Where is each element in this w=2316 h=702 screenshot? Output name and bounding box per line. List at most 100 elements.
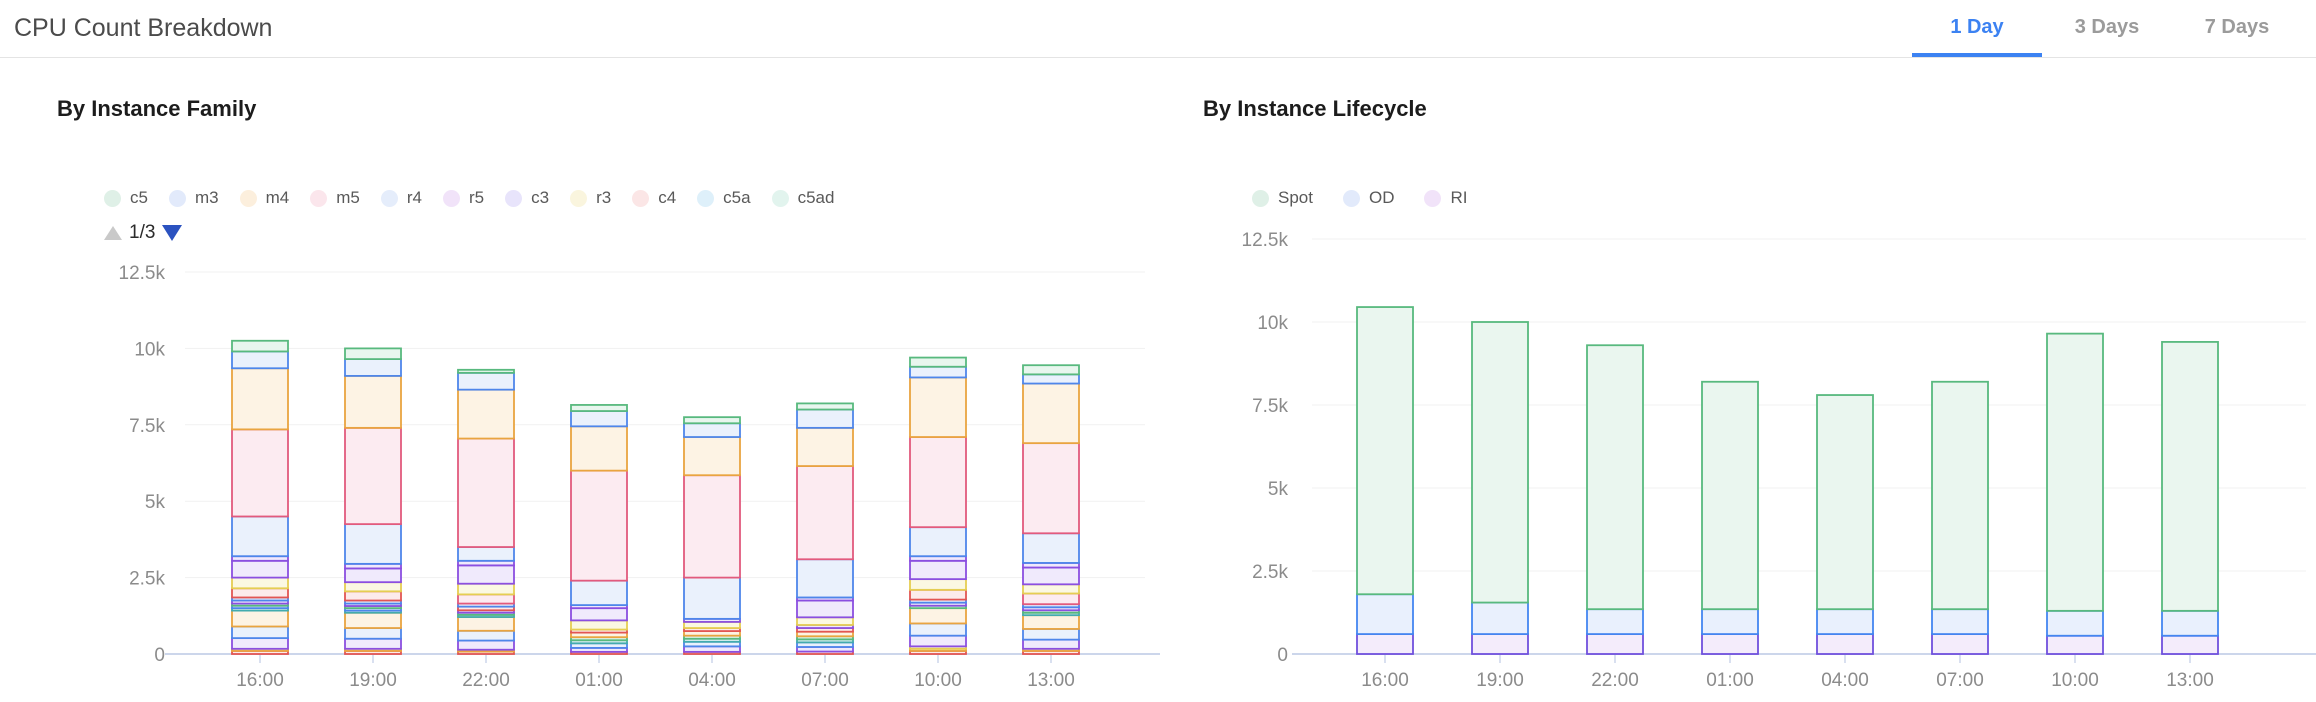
bar-segment-rose[interactable] — [1023, 443, 1079, 533]
bar-segment-Spot[interactable] — [1357, 307, 1413, 594]
bar-segment-blue[interactable] — [345, 524, 401, 564]
bar-segment-OD[interactable] — [1817, 609, 1873, 634]
bar-segment-green[interactable] — [345, 348, 401, 359]
bar-segment-Spot[interactable] — [1702, 382, 1758, 609]
bar-segment-yellow[interactable] — [684, 622, 740, 628]
bar-segment-blue[interactable] — [910, 623, 966, 635]
bar-segment-RI[interactable] — [1932, 634, 1988, 654]
bar-segment-blue[interactable] — [797, 410, 853, 428]
bar-segment-violet[interactable] — [345, 568, 401, 582]
bar-segment-Spot[interactable] — [1587, 345, 1643, 609]
legend-item-r3[interactable]: r3 — [570, 188, 611, 208]
bar-segment-RI[interactable] — [1587, 634, 1643, 654]
bar-segment-RI[interactable] — [2162, 636, 2218, 654]
bar-segment-blue[interactable] — [345, 359, 401, 376]
bar-segment-OD[interactable] — [1702, 609, 1758, 634]
bar-segment-rose[interactable] — [458, 594, 514, 603]
bar-segment-OD[interactable] — [1357, 594, 1413, 634]
bar-segment-blue[interactable] — [458, 631, 514, 641]
legend-item-m3[interactable]: m3 — [169, 188, 219, 208]
bar-segment-blue[interactable] — [232, 626, 288, 638]
bar-segment-blue[interactable] — [1023, 374, 1079, 383]
bar-segment-blue[interactable] — [345, 628, 401, 639]
bar-segment-blue[interactable] — [458, 547, 514, 561]
bar-segment-blue[interactable] — [797, 559, 853, 597]
bar-segment-blue[interactable] — [684, 423, 740, 437]
tab-7-days[interactable]: 7 Days — [2172, 0, 2302, 57]
bar-segment-yellow[interactable] — [458, 584, 514, 595]
bar-segment-Spot[interactable] — [1472, 322, 1528, 603]
bar-segment-red[interactable] — [345, 591, 401, 600]
bar-segment-OD[interactable] — [2047, 611, 2103, 636]
bar-segment-violet[interactable] — [910, 636, 966, 647]
bar-segment-yellow[interactable] — [797, 617, 853, 625]
bar-segment-green[interactable] — [910, 358, 966, 367]
bar-segment-amber[interactable] — [458, 390, 514, 439]
bar-segment-blue[interactable] — [571, 411, 627, 426]
bar-segment-yellow[interactable] — [910, 579, 966, 590]
bar-segment-amber[interactable] — [684, 437, 740, 475]
legend-item-spot[interactable]: Spot — [1252, 188, 1313, 208]
bar-segment-blue[interactable] — [1023, 533, 1079, 563]
bar-segment-OD[interactable] — [1472, 603, 1528, 635]
bar-segment-Spot[interactable] — [1932, 382, 1988, 609]
bar-segment-amber[interactable] — [345, 613, 401, 628]
bar-segment-rose[interactable] — [684, 475, 740, 577]
bar-segment-yellow[interactable] — [571, 620, 627, 629]
bar-segment-OD[interactable] — [1932, 609, 1988, 634]
bar-segment-blue[interactable] — [232, 351, 288, 368]
bar-segment-violet[interactable] — [345, 639, 401, 649]
legend-item-m5[interactable]: m5 — [310, 188, 360, 208]
bar-segment-OD[interactable] — [1587, 609, 1643, 634]
legend-item-c5[interactable]: c5 — [104, 188, 148, 208]
bar-segment-blue[interactable] — [684, 578, 740, 619]
bar-segment-blue[interactable] — [910, 527, 966, 556]
bar-segment-blue[interactable] — [571, 581, 627, 605]
legend-item-ri[interactable]: RI — [1424, 188, 1467, 208]
bar-segment-amber[interactable] — [232, 368, 288, 429]
bar-segment-amber[interactable] — [232, 611, 288, 627]
bar-segment-violet[interactable] — [458, 565, 514, 583]
bar-segment-RI[interactable] — [1817, 634, 1873, 654]
bar-segment-yellow[interactable] — [345, 582, 401, 591]
bar-segment-blue[interactable] — [910, 367, 966, 378]
legend-item-c5ad[interactable]: c5ad — [772, 188, 835, 208]
bar-segment-blue[interactable] — [458, 373, 514, 390]
bar-segment-amber[interactable] — [1023, 384, 1079, 444]
bar-segment-violet[interactable] — [797, 601, 853, 618]
bar-segment-RI[interactable] — [1472, 634, 1528, 654]
bar-segment-green[interactable] — [458, 370, 514, 373]
bar-segment-rose[interactable] — [458, 439, 514, 547]
bar-segment-rose[interactable] — [345, 428, 401, 524]
tab-1-day[interactable]: 1 Day — [1912, 0, 2042, 57]
bar-segment-violet[interactable] — [910, 561, 966, 579]
bar-segment-rose[interactable] — [797, 466, 853, 559]
bar-segment-amber[interactable] — [910, 377, 966, 437]
bar-segment-green[interactable] — [571, 405, 627, 411]
bar-segment-amber[interactable] — [571, 426, 627, 470]
bar-segment-blue[interactable] — [1023, 629, 1079, 640]
bar-segment-RI[interactable] — [1702, 634, 1758, 654]
bar-segment-rose[interactable] — [1023, 593, 1079, 604]
bar-segment-violet[interactable] — [1023, 640, 1079, 649]
legend-item-r5[interactable]: r5 — [443, 188, 484, 208]
bar-segment-green[interactable] — [684, 417, 740, 423]
bar-segment-amber[interactable] — [1023, 615, 1079, 629]
bar-segment-Spot[interactable] — [2047, 334, 2103, 611]
bar-segment-green[interactable] — [797, 403, 853, 409]
bar-segment-rose[interactable] — [232, 429, 288, 516]
legend-item-m4[interactable]: m4 — [240, 188, 290, 208]
legend-page-down-icon[interactable] — [162, 225, 182, 241]
bar-segment-violet[interactable] — [232, 638, 288, 649]
bar-segment-red[interactable] — [232, 588, 288, 597]
bar-segment-amber[interactable] — [797, 428, 853, 466]
bar-segment-Spot[interactable] — [2162, 342, 2218, 611]
legend-item-r4[interactable]: r4 — [381, 188, 422, 208]
bar-segment-OD[interactable] — [2162, 611, 2218, 636]
bar-segment-Spot[interactable] — [1817, 395, 1873, 609]
bar-segment-RI[interactable] — [1357, 634, 1413, 654]
bar-segment-blue[interactable] — [232, 516, 288, 556]
bar-segment-amber[interactable] — [458, 617, 514, 631]
bar-segment-green[interactable] — [1023, 365, 1079, 374]
legend-item-c3[interactable]: c3 — [505, 188, 549, 208]
